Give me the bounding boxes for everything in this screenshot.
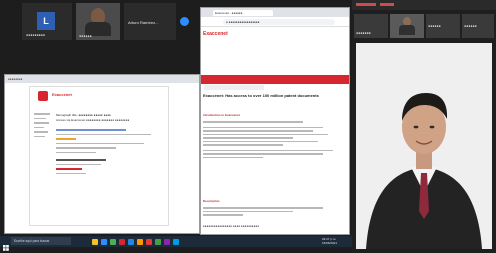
document-titlebar: ●●●●●●●● xyxy=(5,75,199,83)
brand-name: Exaccenet xyxy=(52,92,72,97)
page-headline: Exaccenet: Has access to over 100 millio… xyxy=(203,93,319,98)
windows-start-icon[interactable] xyxy=(3,238,9,251)
strip-tile-4[interactable]: ●●●●●● xyxy=(462,14,494,38)
speaker-panel-header xyxy=(352,0,496,10)
address-bar[interactable]: ● ●●●●●●●●●●●●●●●●● xyxy=(223,19,335,25)
browser-icon[interactable] xyxy=(110,238,116,245)
participant-tile-1[interactable]: L ●●●●●●●●● xyxy=(22,3,72,40)
browser-tab-bar: Exaccenet - ●●●●●● xyxy=(201,8,349,17)
status-indicator xyxy=(380,3,394,6)
document-window-title: ●●●●●●●● xyxy=(8,77,23,81)
participant-name: Arturo Ramírez... xyxy=(128,20,159,25)
strip-name: ●●●●●● xyxy=(428,24,441,28)
taskbar-search-input[interactable]: Escribe aquí para buscar xyxy=(11,237,71,245)
participant-tile-3[interactable]: Arturo Ramírez... xyxy=(124,3,176,40)
folder-icon[interactable] xyxy=(92,238,98,245)
record-indicator xyxy=(356,3,376,6)
section-heading-1: Introduction to Exaccenet xyxy=(203,113,240,117)
site-nav-bar[interactable] xyxy=(201,75,349,84)
zoom-status-icon xyxy=(180,17,189,26)
section-heading-2: Description xyxy=(203,199,220,203)
zoom-icon[interactable] xyxy=(101,238,107,245)
taskbar-date: 15/06/2021 xyxy=(322,241,338,245)
strip-tile-2[interactable] xyxy=(390,14,424,38)
participant-name: ●●●●●●●●● xyxy=(26,33,46,37)
app-icon[interactable] xyxy=(173,238,179,245)
browser-window[interactable]: Exaccenet - ●●●●●● ● ●●●●●●●●●●●●●●●●● E… xyxy=(200,7,350,235)
browser-page: Exaccenet Exaccenet: Has access to over … xyxy=(201,27,349,234)
participant-avatar: L xyxy=(37,12,55,30)
page-footer-text: ●●●●●●●●●●●●●●●● ●●●● ●●●●●●●●●● xyxy=(203,224,260,228)
speaker-video xyxy=(356,43,492,249)
app-icon[interactable] xyxy=(119,238,125,245)
document-sidebar xyxy=(34,111,52,191)
browser-toolbar: ● ●●●●●●●●●●●●●●●●● xyxy=(201,17,349,27)
browser-tab[interactable]: Exaccenet - ●●●●●● xyxy=(213,10,273,16)
brand-logo-icon xyxy=(38,91,48,101)
app-icon[interactable] xyxy=(128,238,134,245)
participant-tile-2[interactable]: ●●●●●● xyxy=(76,3,120,40)
strip-tile-1[interactable]: ●●●●●●● xyxy=(354,14,388,38)
taskbar: Escribe aquí para buscar 04:27 p.m. 15/0… xyxy=(0,236,352,251)
section-2-text xyxy=(203,205,343,216)
document-page: Exaccenet Monograph title: ●●●●●●●● ●●●●… xyxy=(29,86,169,226)
strip-name: ●●●●●●● xyxy=(356,31,371,35)
app-icon[interactable] xyxy=(155,238,161,245)
strip-body xyxy=(399,25,415,35)
app-icon[interactable] xyxy=(137,238,143,245)
shared-screen-panel: L ●●●●●●●●● ●●●●●● Arturo Ramírez... ●●●… xyxy=(0,0,352,253)
document-content xyxy=(56,127,164,174)
participant-name: ●●●●●● xyxy=(79,34,92,38)
document-subheading: Access via Exaccenet ●●●●●●●● ●●●●●●● ●●… xyxy=(56,118,130,122)
strip-tile-3[interactable]: ●●●●●● xyxy=(426,14,460,38)
site-brand: Exaccenet xyxy=(203,31,228,37)
document-heading: Monograph title: ●●●●●●●● ●●●●● ●●●● xyxy=(56,113,111,117)
app-icon[interactable] xyxy=(146,238,152,245)
document-window[interactable]: ●●●●●●●● Exaccenet Monograph title: ●●●●… xyxy=(4,74,200,234)
section-1-text xyxy=(203,119,343,158)
site-subnav[interactable] xyxy=(204,85,264,90)
strip-name: ●●●●●● xyxy=(464,24,477,28)
speaker-illustration xyxy=(356,43,492,249)
app-icon[interactable] xyxy=(164,238,170,245)
